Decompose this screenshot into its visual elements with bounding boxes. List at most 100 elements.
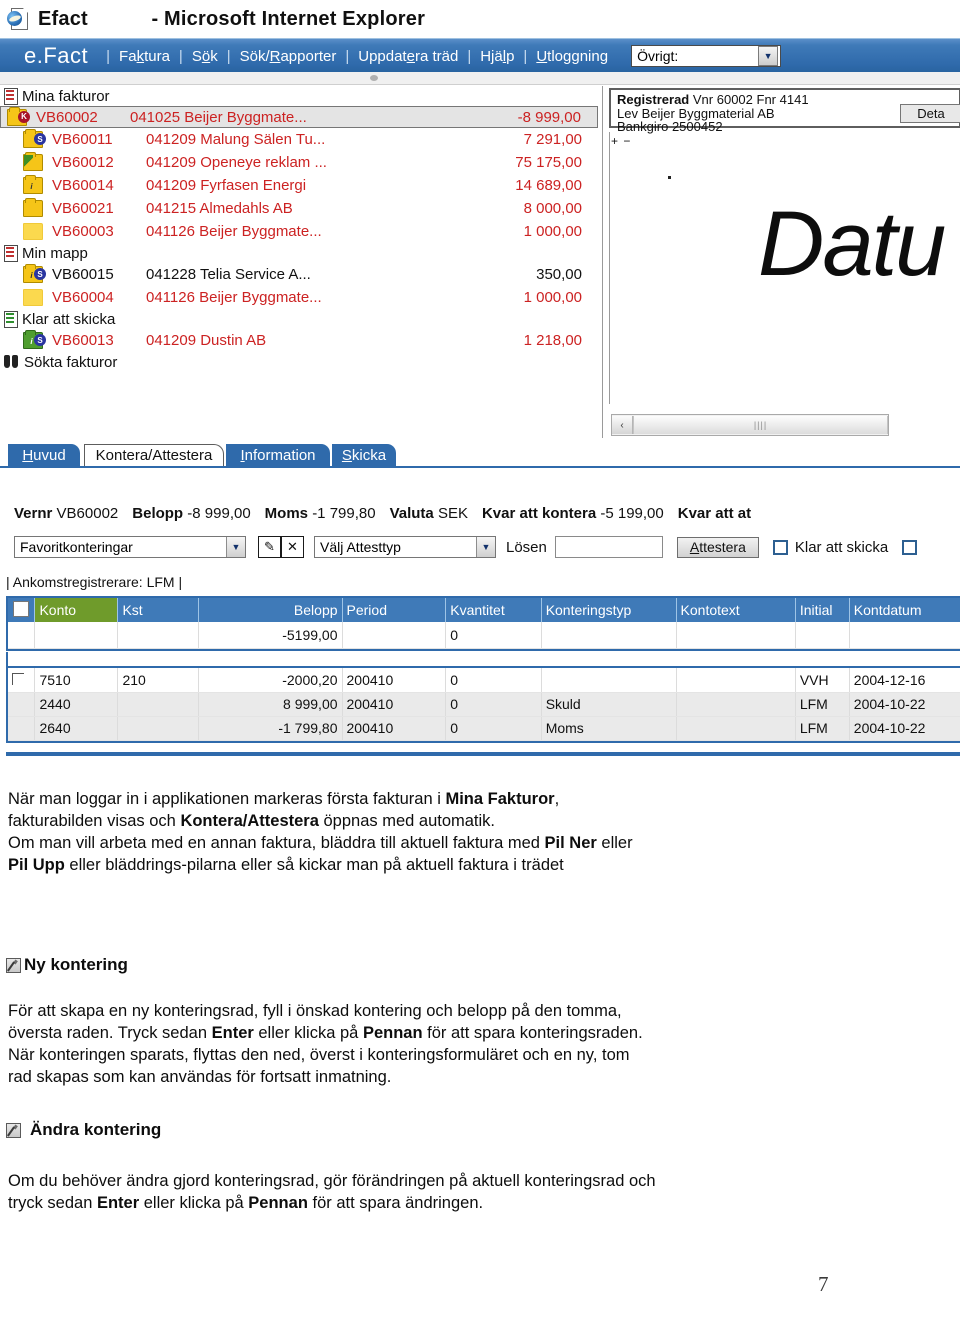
cell-kontotext[interactable] <box>676 692 796 717</box>
detalj-button[interactable]: Deta <box>900 104 960 123</box>
cell-period[interactable]: 200410 <box>342 668 447 693</box>
menu-item-sok-rapporter[interactable]: Sök/Rapporter <box>240 48 337 65</box>
invoice-header-box: Registrerad Vnr 60002 Fnr 4141 Lev Beije… <box>609 88 960 133</box>
grid-header-konteringstyp[interactable]: Konteringstyp <box>541 598 677 622</box>
tab-kontera-attestera[interactable]: Kontera/Attestera <box>84 444 224 466</box>
attesttyp-select[interactable]: Välj Attesttyp ▼ <box>314 536 496 558</box>
grid-header-belopp[interactable]: Belopp <box>198 598 343 622</box>
browser-titlebar: Efact - Microsoft Internet Explorer <box>0 0 960 38</box>
paragraph-andra-kontering: Om du behöver ändra gjord konteringsrad,… <box>8 1172 656 1212</box>
cell-period[interactable]: 200410 <box>342 716 447 741</box>
cell-initial[interactable]: LFM <box>795 716 850 741</box>
tree-group-mina-fakturor[interactable]: Mina fakturor <box>0 86 598 106</box>
cell-belopp[interactable]: -1 799,80 <box>198 716 343 741</box>
scroll-left-arrow-icon[interactable]: ‹ <box>612 416 633 434</box>
cell-konteringstyp[interactable] <box>541 622 677 649</box>
grid-header-period[interactable]: Period <box>342 598 447 622</box>
kontering-grid-rows: 7510 210 -2000,20 200410 0 VVH 2004-12-1… <box>6 666 960 743</box>
cell-konto[interactable]: 2640 <box>34 716 119 741</box>
summary-value: -8 999,00 <box>187 504 251 522</box>
tree-group-min-mapp[interactable]: Min mapp <box>0 243 598 263</box>
folder-info-sf-icon: iS <box>22 264 46 283</box>
splitter-grip[interactable] <box>370 75 378 81</box>
menu-item-sok[interactable]: Sök <box>192 48 218 65</box>
cell-konto[interactable] <box>34 622 119 649</box>
cell-belopp[interactable]: -2000,20 <box>198 668 343 693</box>
tab-skicka[interactable]: Skicka <box>332 444 396 466</box>
tree-item-vb60013[interactable]: iS VB60013 041209 Dustin AB 1 218,00 <box>0 329 598 352</box>
cell-period[interactable] <box>342 622 447 649</box>
cell-checkbox[interactable] <box>8 692 36 717</box>
cell-kst[interactable] <box>117 622 200 649</box>
extra-checkbox[interactable] <box>902 539 918 555</box>
select-all-checkbox[interactable] <box>13 600 30 617</box>
cell-kvantitet[interactable]: 0 <box>445 716 542 741</box>
tree-item-vb60003[interactable]: VB60003 041126 Beijer Byggmate... 1 000,… <box>0 220 598 243</box>
cell-kvantitet[interactable]: 0 <box>445 668 542 693</box>
cell-kst[interactable] <box>117 716 200 741</box>
tree-item-amount: -8 999,00 <box>517 108 581 126</box>
cell-initial[interactable]: LFM <box>795 692 850 717</box>
favoritkonteringar-select[interactable]: Favoritkonteringar ▼ <box>14 536 246 558</box>
grid-header-kst[interactable]: Kst <box>117 598 200 622</box>
menu-item-faktura[interactable]: Faktura <box>119 48 170 65</box>
cell-konto[interactable]: 7510 <box>34 668 119 693</box>
tree-item-vb60015[interactable]: iS VB60015 041228 Telia Service A... 350… <box>0 263 598 286</box>
cell-kontotext[interactable] <box>676 622 796 649</box>
cell-checkbox[interactable] <box>8 668 36 693</box>
cell-initial[interactable] <box>795 622 850 649</box>
losen-input[interactable] <box>554 536 663 558</box>
cell-checkbox[interactable] <box>8 622 36 649</box>
tree-item-vb60004[interactable]: VB60004 041126 Beijer Byggmate... 1 000,… <box>0 286 598 309</box>
cell-kontdatum[interactable]: 2004-10-22 <box>849 716 960 741</box>
table-row[interactable]: 2440 8 999,00 200410 0 Skuld LFM 2004-10… <box>8 692 960 717</box>
cell-kvantitet[interactable]: 0 <box>445 692 542 717</box>
image-horizontal-scrollbar[interactable]: ‹ |||| <box>611 414 889 436</box>
tree-group-sokta-fakturor[interactable]: Sökta fakturor <box>0 352 598 372</box>
cell-initial[interactable]: VVH <box>795 668 850 693</box>
delete-row-button[interactable]: ✕ <box>281 536 304 558</box>
tab-huvud[interactable]: Huvud <box>8 444 80 466</box>
cell-kst[interactable]: 210 <box>117 668 200 693</box>
tree-item-vb60021[interactable]: VB60021 041215 Almedahls AB 8 000,00 <box>0 197 598 220</box>
cell-kst[interactable] <box>117 692 200 717</box>
tree-item-vb60011[interactable]: S VB60011 041209 Malung Sälen Tu... 7 29… <box>0 128 598 151</box>
cell-kontotext[interactable] <box>676 668 796 693</box>
pen-save-button[interactable]: ✎ <box>258 536 281 558</box>
grid-new-row[interactable]: -5199,00 0 <box>8 622 960 649</box>
cell-kontdatum[interactable]: 2004-10-22 <box>849 692 960 717</box>
cell-checkbox[interactable] <box>8 716 36 741</box>
tree-group-klar-att-skicka[interactable]: Klar att skicka <box>0 309 598 329</box>
grid-header-initial[interactable]: Initial <box>795 598 850 622</box>
scrollbar-thumb[interactable]: |||| <box>633 416 888 434</box>
menu-item-hjalp[interactable]: Hjälp <box>480 48 514 65</box>
grid-header-konto[interactable]: Konto <box>34 598 119 622</box>
cell-kvantitet[interactable]: 0 <box>445 622 542 649</box>
cell-period[interactable]: 200410 <box>342 692 447 717</box>
attestera-button[interactable]: Attestera <box>676 536 759 558</box>
menu-item-uppdatera-trad[interactable]: Uppdatera träd <box>358 48 458 65</box>
cell-belopp[interactable]: 8 999,00 <box>198 692 343 717</box>
tab-information[interactable]: Information <box>226 444 330 466</box>
cell-belopp[interactable]: -5199,00 <box>198 622 343 649</box>
cell-kontotext[interactable] <box>676 716 796 741</box>
cell-kontdatum[interactable]: 2004-12-16 <box>849 668 960 693</box>
klar-att-skicka-checkbox[interactable] <box>772 539 788 555</box>
table-row[interactable]: 7510 210 -2000,20 200410 0 VVH 2004-12-1… <box>8 668 960 693</box>
menu-item-utloggning[interactable]: Utloggning <box>536 48 608 65</box>
tree-item-vb60002[interactable]: K VB60002 041025 Beijer Byggmate... -8 9… <box>0 106 598 128</box>
table-row[interactable]: 2640 -1 799,80 200410 0 Moms LFM 2004-10… <box>8 716 960 741</box>
cell-konto[interactable]: 2440 <box>34 692 119 717</box>
grid-header-kvantitet[interactable]: Kvantitet <box>445 598 542 622</box>
tree-item-vb60014[interactable]: i VB60014 041209 Fyrfasen Energi 14 689,… <box>0 174 598 197</box>
cell-konteringstyp[interactable] <box>541 668 677 693</box>
row-checkbox[interactable] <box>12 672 24 685</box>
tree-item-vb60012[interactable]: VB60012 041209 Openeye reklam ... 75 175… <box>0 151 598 174</box>
grid-header-kontotext[interactable]: Kontotext <box>676 598 796 622</box>
grid-header-checkbox[interactable] <box>8 598 36 622</box>
grid-header-kontdatum[interactable]: Kontdatum <box>849 598 960 622</box>
cell-konteringstyp[interactable]: Moms <box>541 716 677 741</box>
ovrigt-dropdown[interactable]: Övrigt: ▼ <box>631 45 782 67</box>
cell-konteringstyp[interactable]: Skuld <box>541 692 677 717</box>
cell-kontdatum[interactable] <box>849 622 960 649</box>
